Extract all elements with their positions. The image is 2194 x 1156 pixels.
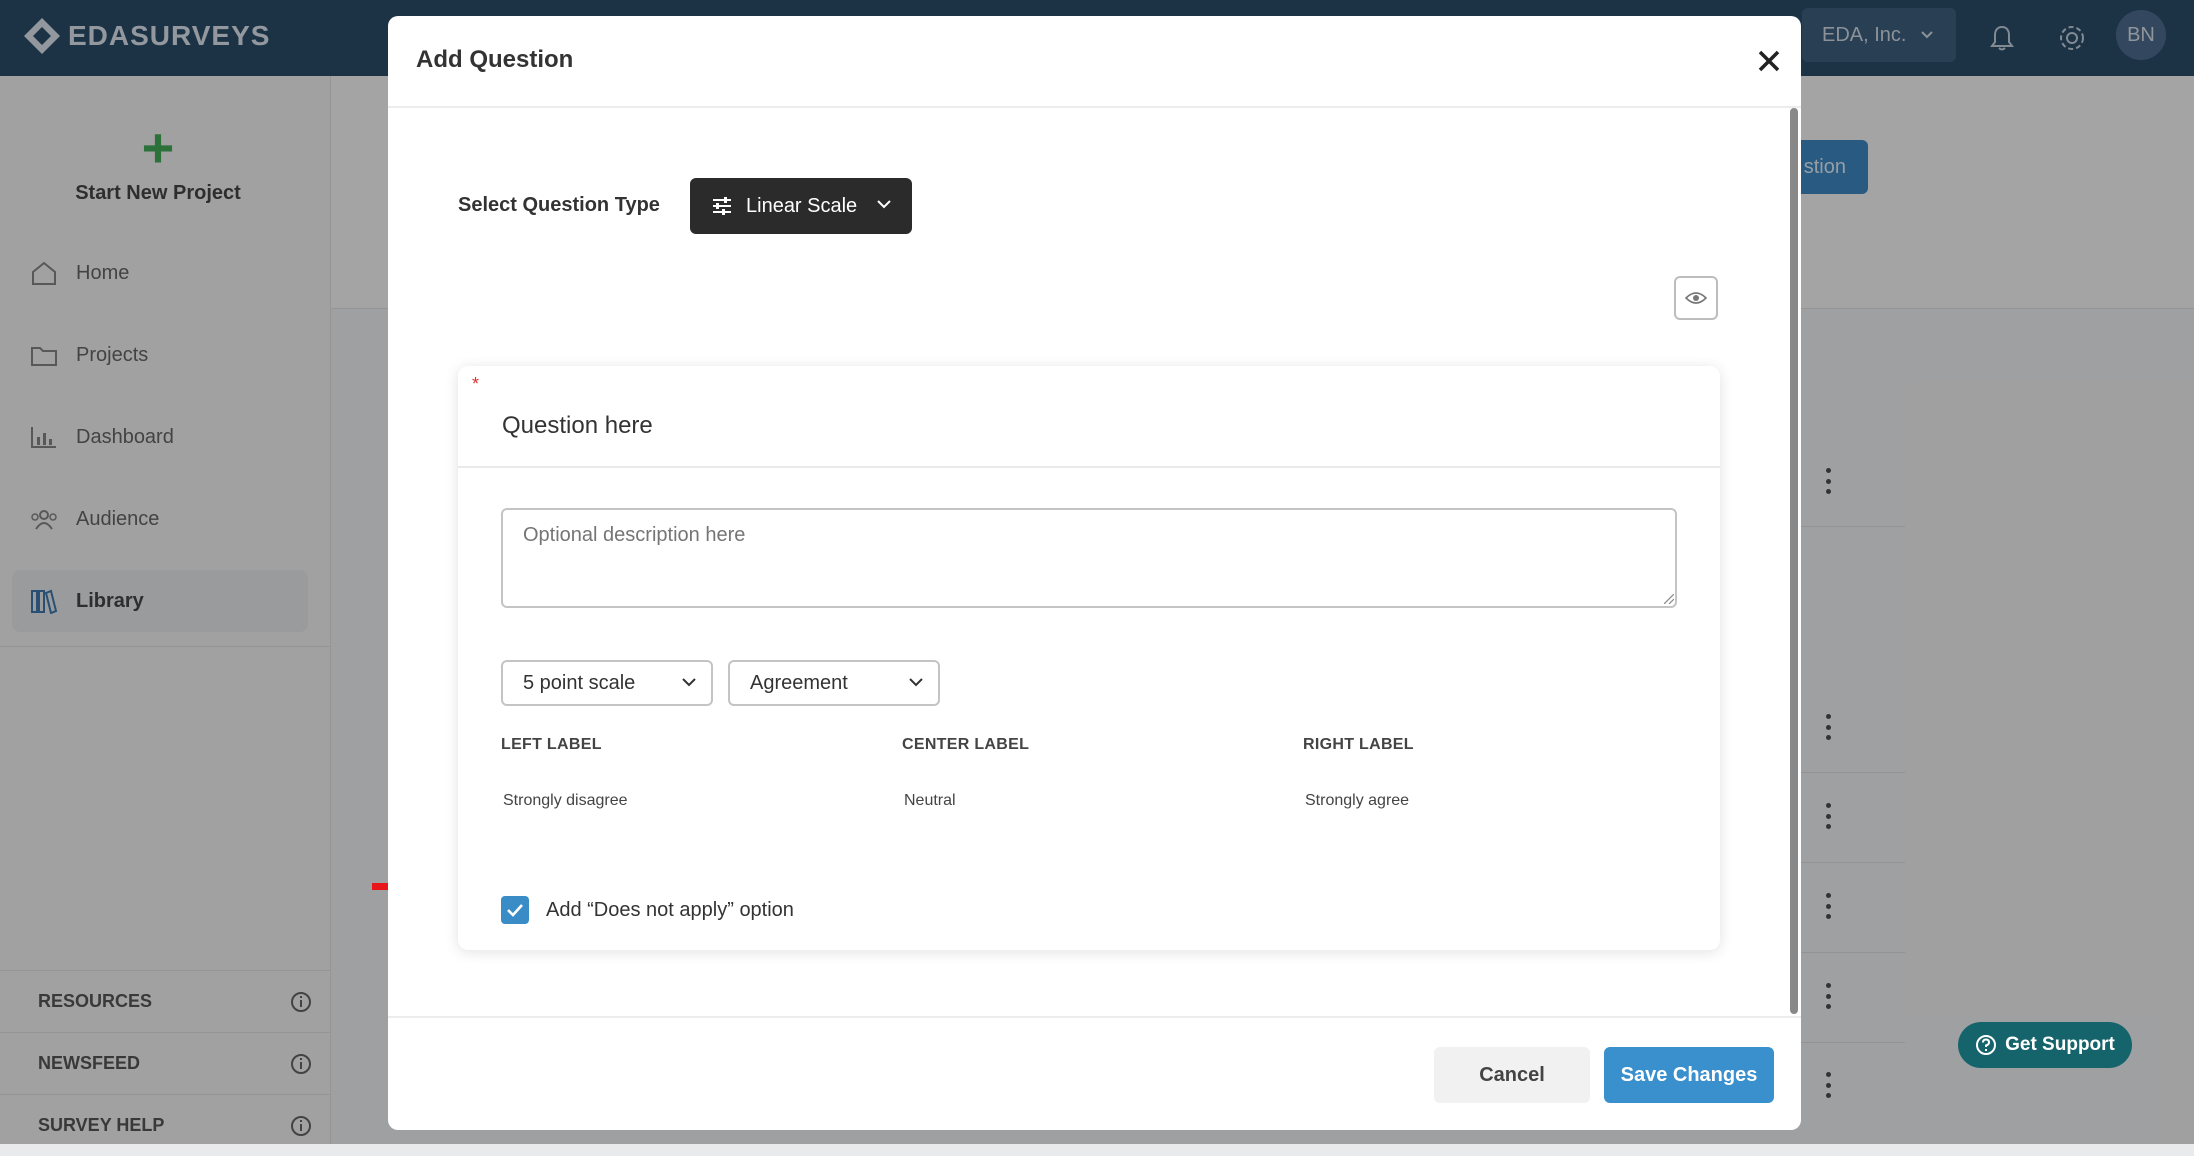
checkmark-icon <box>507 904 523 917</box>
scale-points-select[interactable]: 5 point scale <box>501 660 713 706</box>
cancel-button[interactable]: Cancel <box>1434 1047 1590 1103</box>
modal-title: Add Question <box>416 46 574 73</box>
chevron-down-icon <box>682 678 696 687</box>
does-not-apply-label[interactable]: Add “Does not apply” option <box>546 896 794 924</box>
get-support-button[interactable]: Get Support <box>1958 1022 2132 1068</box>
question-type-value: Linear Scale <box>746 194 858 217</box>
right-label-header: RIGHT LABEL <box>1303 736 1414 753</box>
close-icon[interactable] <box>1754 46 1784 76</box>
question-card: * Question here 5 point scale Agreement … <box>458 366 1720 950</box>
resize-handle-icon[interactable] <box>1664 594 1674 604</box>
scale-points-value: 5 point scale <box>523 671 636 694</box>
modal-scrollbar[interactable] <box>1790 108 1798 1014</box>
chevron-down-icon <box>909 678 923 687</box>
label-type-select[interactable]: Agreement <box>728 660 940 706</box>
question-type-label: Select Question Type <box>458 194 660 216</box>
required-asterisk: * <box>472 374 480 394</box>
question-title-input[interactable]: Question here <box>502 412 653 440</box>
description-field[interactable] <box>501 508 1677 608</box>
help-icon <box>1976 1035 1997 1055</box>
chevron-down-icon <box>877 200 891 209</box>
modal-footer-divider <box>388 1016 1801 1018</box>
center-label-header: CENTER LABEL <box>902 736 1030 753</box>
center-label-value[interactable]: Neutral <box>904 792 956 810</box>
label-type-value: Agreement <box>750 671 848 694</box>
question-divider <box>458 466 1720 468</box>
left-label-header: LEFT LABEL <box>501 736 602 753</box>
does-not-apply-checkbox[interactable] <box>501 896 529 924</box>
get-support-label: Get Support <box>2005 1034 2115 1055</box>
preview-button[interactable] <box>1674 276 1718 320</box>
right-label-value[interactable]: Strongly agree <box>1305 792 1409 810</box>
left-label-value[interactable]: Strongly disagree <box>503 792 628 810</box>
eye-icon <box>1685 292 1707 304</box>
sliders-icon <box>713 197 731 215</box>
add-question-modal: Add Question Select Question Type Linear… <box>388 16 1801 1130</box>
modal-header: Add Question <box>388 16 1801 108</box>
question-type-select[interactable]: Linear Scale <box>690 178 912 234</box>
save-changes-button[interactable]: Save Changes <box>1604 1047 1774 1103</box>
